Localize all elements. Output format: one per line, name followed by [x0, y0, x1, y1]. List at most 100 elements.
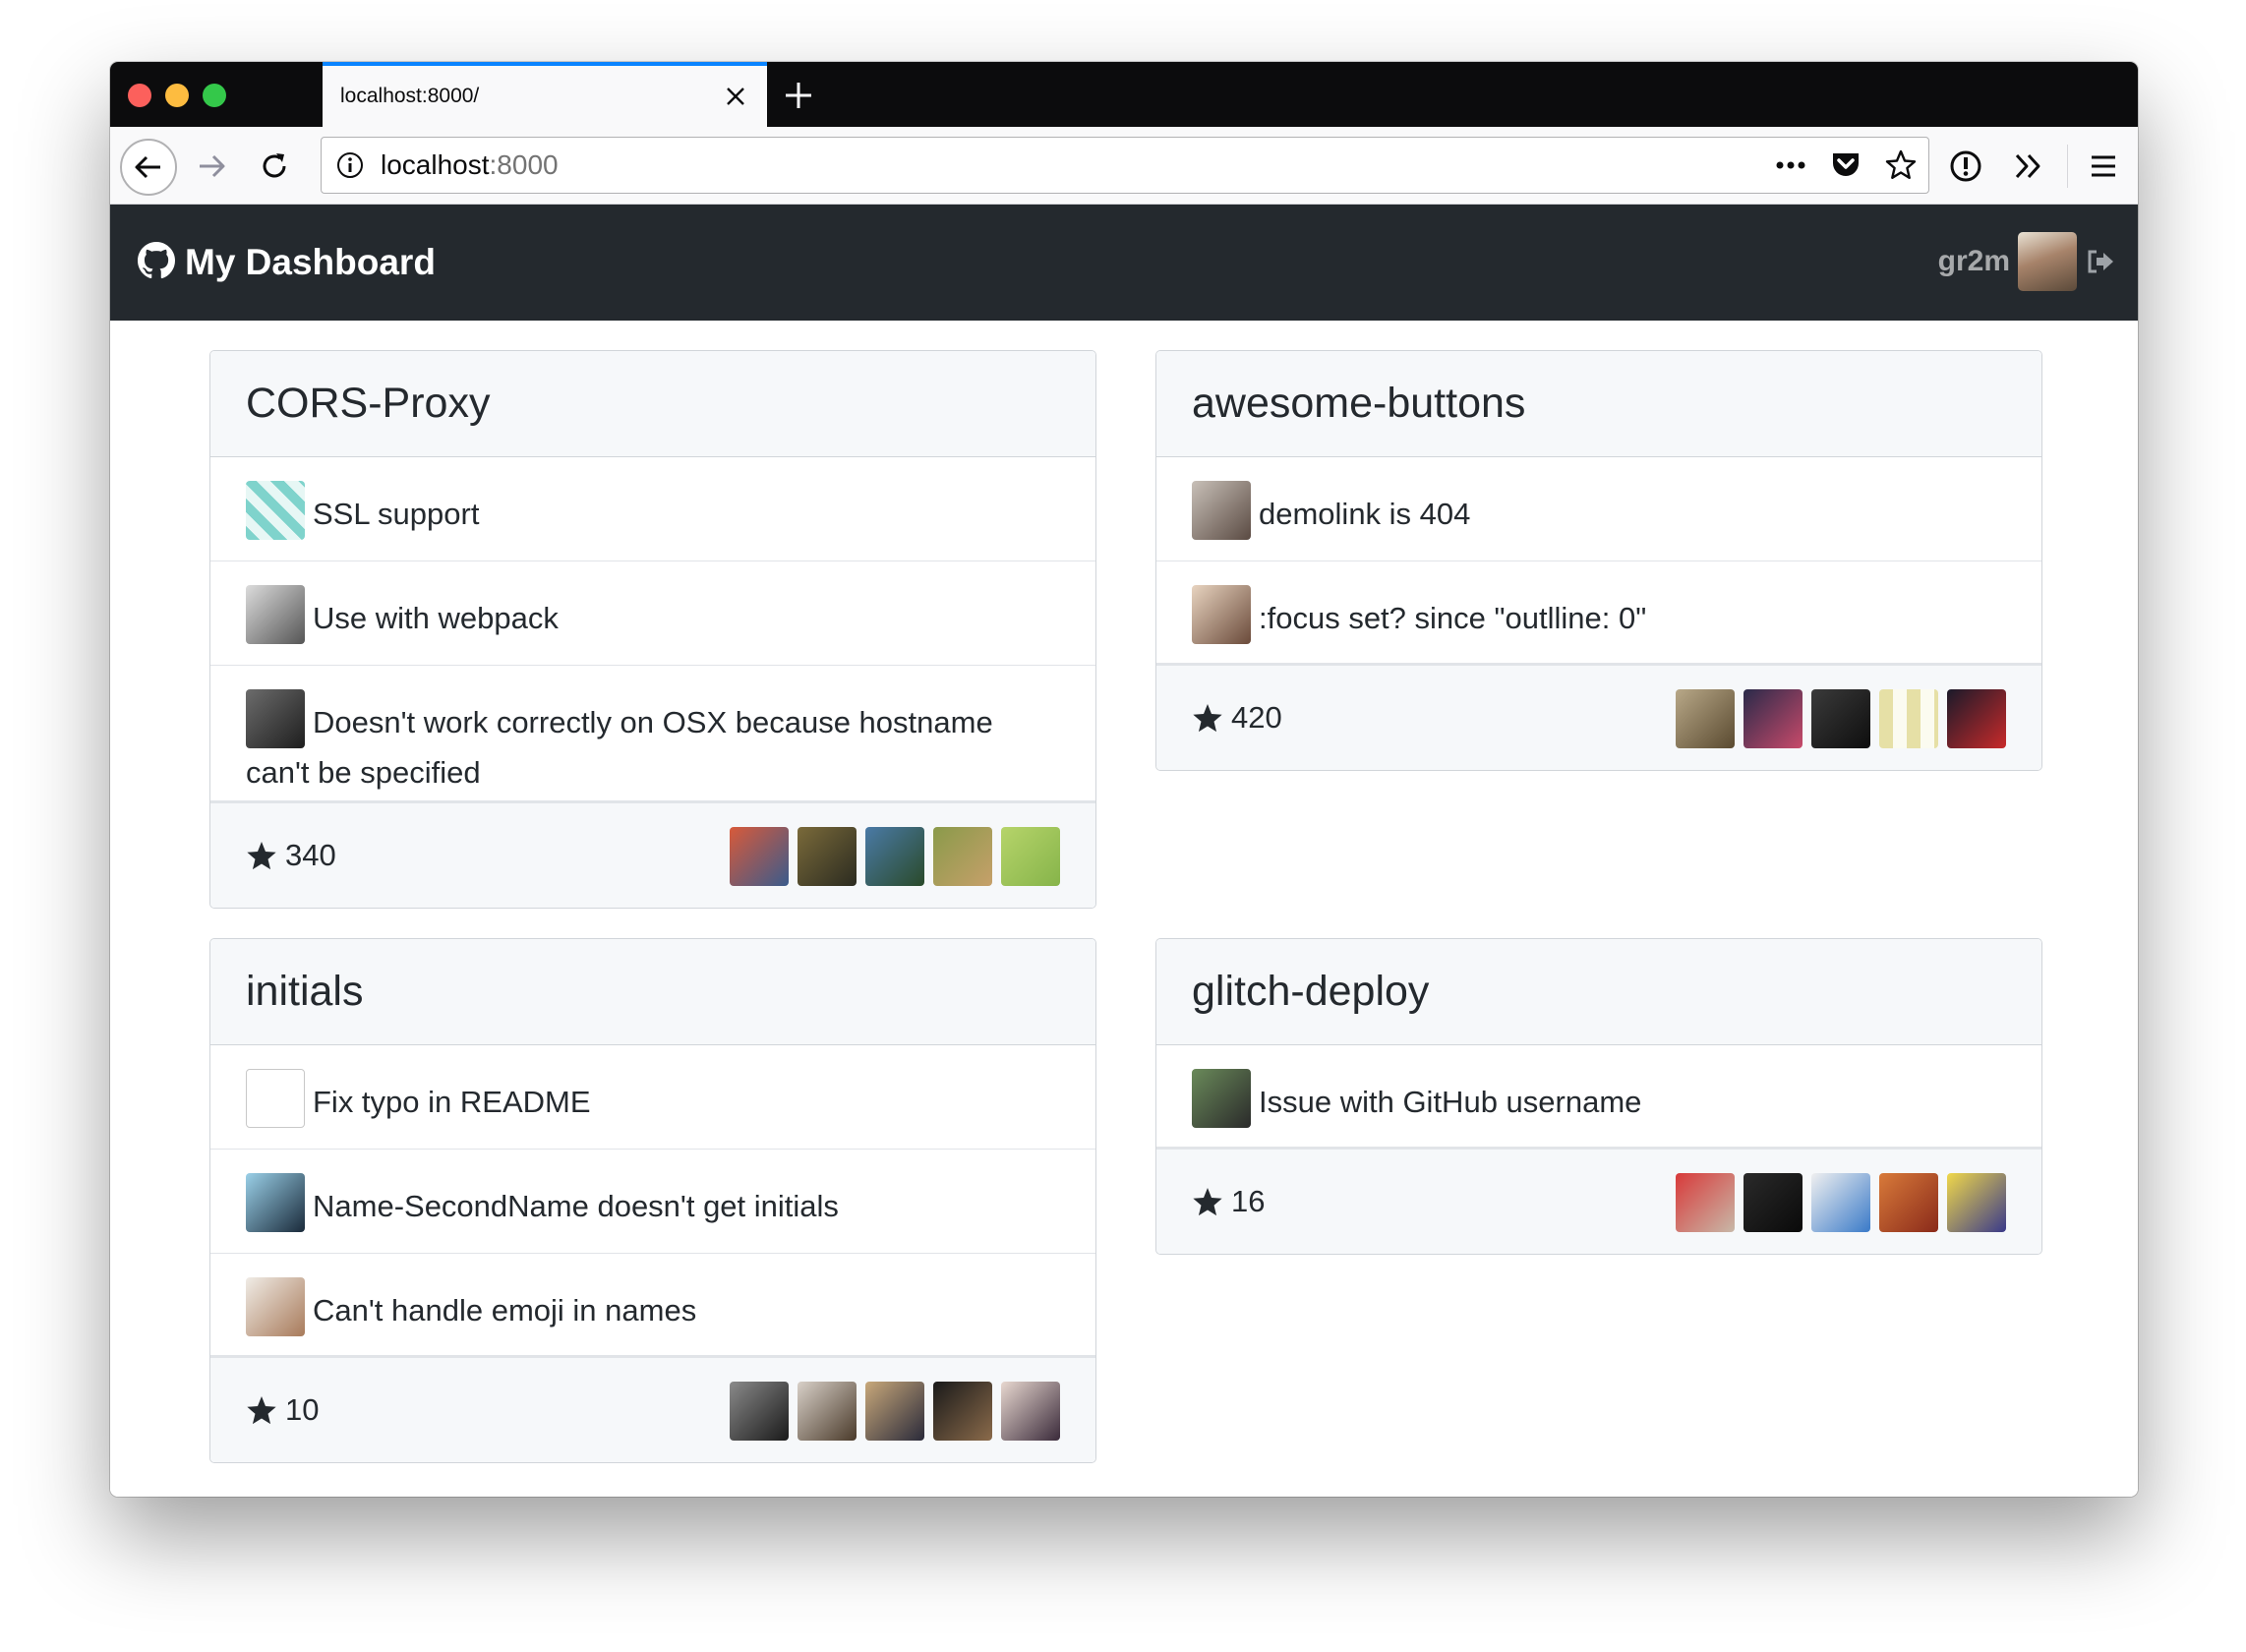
issue-title: :focus set? since "outlline: 0"	[1259, 601, 1647, 635]
issue-item[interactable]: demolink is 404	[1156, 457, 2041, 561]
window-minimize-button[interactable]	[165, 84, 189, 107]
avatar	[246, 481, 305, 540]
avatar	[246, 1069, 305, 1128]
repo-card-header: glitch-deploy	[1156, 939, 2041, 1045]
issue-title: Use with webpack	[313, 601, 559, 635]
issue-title: Issue with GitHub username	[1259, 1085, 1642, 1119]
window-close-button[interactable]	[128, 84, 151, 107]
sign-out-icon[interactable]	[2085, 246, 2116, 277]
avatar[interactable]	[2018, 232, 2077, 291]
avatar[interactable]	[865, 827, 924, 886]
repo-card-footer: 16	[1156, 1150, 2041, 1254]
stars-value: 16	[1231, 1184, 1266, 1218]
contributors	[1676, 689, 2006, 748]
repo-card-footer: 340	[210, 803, 1095, 908]
repo-card-footer: 420	[1156, 666, 2041, 770]
brand[interactable]: My Dashboard	[138, 241, 436, 284]
tab-title: localhost:8000/	[340, 85, 480, 107]
avatar	[246, 1277, 305, 1336]
repo-card-glitch-deploy: glitch-deploy Issue with GitHub username…	[1155, 938, 2042, 1255]
repo-name[interactable]: awesome-buttons	[1192, 380, 1525, 428]
avatar[interactable]	[798, 827, 857, 886]
tab-bar: localhost:8000/	[110, 62, 2138, 127]
avatar[interactable]	[1676, 689, 1735, 748]
avatar[interactable]	[865, 1382, 924, 1441]
avatar[interactable]	[1744, 689, 1803, 748]
issue-item[interactable]: Can't handle emoji in names	[210, 1254, 1095, 1358]
avatar[interactable]	[1676, 1173, 1735, 1232]
repo-card-cors-proxy: CORS-Proxy SSL support Use with webpack …	[209, 350, 1096, 909]
avatar[interactable]	[933, 1382, 992, 1441]
avatar[interactable]	[1001, 1382, 1060, 1441]
avatar[interactable]	[1947, 689, 2006, 748]
stars-count: 420	[1192, 700, 1282, 736]
ellipsis-icon[interactable]	[1763, 138, 1818, 193]
issue-title: Name-SecondName doesn't get initials	[313, 1189, 839, 1223]
browser-window: localhost:8000/ localhost:8000 My Dashbo…	[110, 62, 2138, 1497]
stars-count: 340	[246, 838, 336, 873]
toolbar-divider	[2067, 145, 2068, 188]
avatar[interactable]	[1001, 827, 1060, 886]
avatar[interactable]	[1811, 689, 1870, 748]
window-zoom-button[interactable]	[203, 84, 226, 107]
avatar	[1192, 585, 1251, 644]
github-octocat-icon	[138, 241, 175, 284]
arrow-left-icon[interactable]	[120, 139, 177, 196]
issue-title: demolink is 404	[1259, 497, 1471, 531]
avatar[interactable]	[1879, 689, 1938, 748]
navigation-toolbar: localhost:8000	[110, 127, 2138, 205]
contributors	[730, 827, 1060, 886]
tab-localhost[interactable]: localhost:8000/	[323, 62, 767, 127]
avatar[interactable]	[730, 1382, 789, 1441]
avatar[interactable]	[730, 827, 789, 886]
issue-title: SSL support	[313, 497, 480, 531]
star-icon	[1193, 1188, 1222, 1216]
repo-card-initials: initials Fix typo in README Name-SecondN…	[209, 938, 1096, 1463]
stars-value: 340	[285, 838, 336, 872]
issue-item[interactable]: SSL support	[210, 457, 1095, 561]
issue-item[interactable]: Use with webpack	[210, 561, 1095, 666]
avatar[interactable]	[1811, 1173, 1870, 1232]
avatar	[246, 585, 305, 644]
repo-name[interactable]: CORS-Proxy	[246, 380, 490, 428]
close-icon[interactable]	[722, 83, 749, 110]
url-bar[interactable]: localhost:8000	[321, 137, 1929, 194]
plus-icon[interactable]	[779, 76, 818, 115]
double-chevron-icon[interactable]	[2004, 142, 2053, 191]
avatar[interactable]	[1744, 1173, 1803, 1232]
issue-item[interactable]: Name-SecondName doesn't get initials	[210, 1150, 1095, 1254]
avatar[interactable]	[1947, 1173, 2006, 1232]
issue-item[interactable]: :focus set? since "outlline: 0"	[1156, 561, 2041, 666]
user-menu[interactable]: gr2m	[1938, 232, 2116, 291]
arrow-right-icon[interactable]	[187, 142, 236, 191]
info-icon[interactable]	[325, 141, 375, 190]
avatar	[246, 1173, 305, 1232]
issue-item[interactable]: Fix typo in README	[210, 1045, 1095, 1150]
url-host: localhost	[381, 149, 490, 180]
dashboard-content: CORS-Proxy SSL support Use with webpack …	[110, 321, 2138, 1497]
url-text[interactable]: localhost:8000	[381, 149, 1763, 181]
avatar	[1192, 481, 1251, 540]
star-icon	[247, 1396, 276, 1425]
issue-item[interactable]: Issue with GitHub username	[1156, 1045, 2041, 1150]
avatar[interactable]	[933, 827, 992, 886]
hamburger-icon[interactable]	[2079, 142, 2128, 191]
reload-icon[interactable]	[250, 142, 299, 191]
avatar[interactable]	[798, 1382, 857, 1441]
avatar[interactable]	[1879, 1173, 1938, 1232]
issue-title: Can't handle emoji in names	[313, 1293, 697, 1328]
contributors	[1676, 1173, 2006, 1232]
repo-name[interactable]: glitch-deploy	[1192, 968, 1429, 1016]
stars-count: 16	[1192, 1184, 1265, 1219]
issue-item[interactable]: Doesn't work correctly on OSX because ho…	[210, 666, 1095, 803]
repo-name[interactable]: initials	[246, 968, 364, 1016]
avatar	[1192, 1069, 1251, 1128]
issue-title: Doesn't work correctly on OSX because ho…	[246, 705, 993, 790]
star-outline-icon[interactable]	[1873, 138, 1928, 193]
pocket-icon[interactable]	[1818, 138, 1873, 193]
repo-card-header: initials	[210, 939, 1095, 1045]
username: gr2m	[1937, 245, 2010, 277]
exclamation-circle-icon[interactable]	[1941, 142, 1990, 191]
avatar	[246, 689, 305, 748]
stars-value: 10	[285, 1392, 320, 1427]
